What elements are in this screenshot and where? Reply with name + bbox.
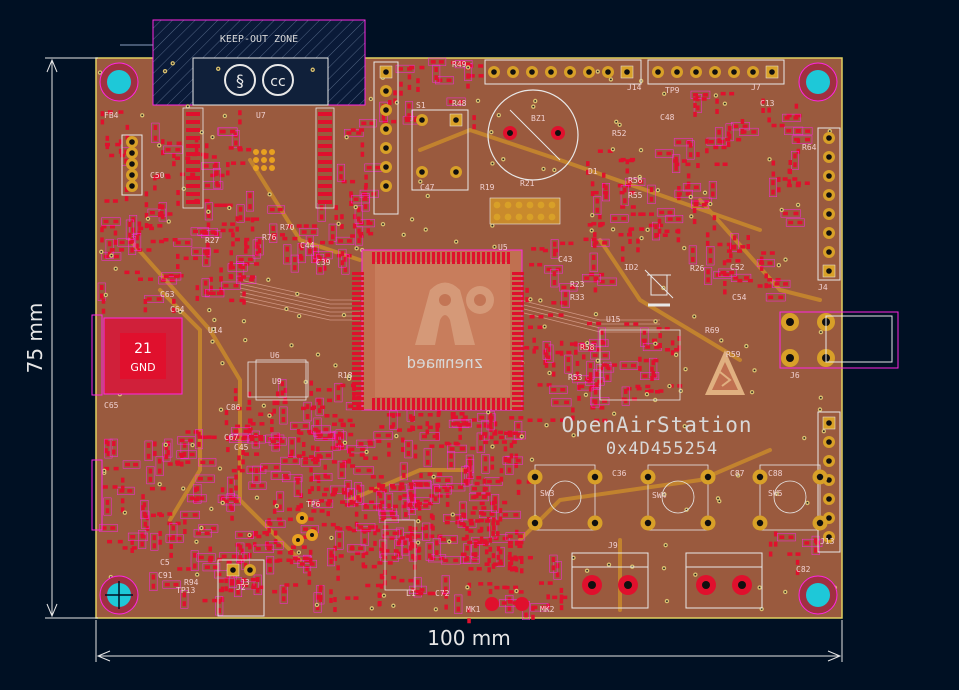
ref-designator: R18	[338, 371, 353, 380]
ref-designator: R55	[628, 191, 643, 200]
ref-designator: BZ1	[531, 114, 546, 123]
ref-designator: C36	[612, 469, 627, 478]
ref-designator: C45	[234, 443, 249, 452]
ref-designator: C64	[170, 305, 185, 314]
ref-designator: SW4	[652, 491, 667, 500]
ref-designator: R52	[612, 129, 627, 138]
hex-code-text: 0x4D455254	[606, 439, 718, 459]
height-dimension-label: 75 mm	[23, 303, 47, 374]
ref-designator: C91	[158, 571, 173, 580]
ref-designator: R94	[184, 578, 199, 587]
ref-designator: C47	[420, 183, 435, 192]
ref-designator: R64	[802, 143, 817, 152]
ref-designator: C13	[760, 99, 775, 108]
ref-designator: J7	[751, 83, 761, 92]
ref-designator: C39	[316, 258, 331, 267]
ref-designator: R69	[705, 326, 720, 335]
gnd-pad[interactable]: 21 GND	[103, 317, 183, 395]
ref-designator: C87	[730, 469, 745, 478]
ref-designator: D1	[588, 167, 598, 176]
dimension-vertical	[45, 57, 98, 619]
ref-designator: J14	[627, 83, 642, 92]
svg-text:cc: cc	[270, 74, 285, 90]
ref-designator: R70	[280, 223, 295, 232]
antenna-area	[192, 57, 329, 106]
ref-designator: C44	[300, 241, 315, 250]
ref-designator: U14	[208, 326, 223, 335]
ref-designator: J3	[240, 578, 250, 587]
ref-designator: R27	[205, 236, 220, 245]
ref-designator: C48	[660, 113, 675, 122]
ref-designator: C67	[224, 433, 239, 442]
svg-text:§: §	[236, 71, 244, 90]
mirrored-label: znenmaed	[406, 353, 483, 372]
ref-designator: TP6	[306, 500, 321, 509]
ref-designator: C88	[768, 469, 783, 478]
ref-designator: U6	[270, 351, 280, 360]
ref-designator: U5	[498, 243, 508, 252]
ref-designator: R56	[628, 176, 643, 185]
ref-designator: J6	[790, 371, 800, 380]
ref-designator: R26	[690, 264, 705, 273]
ref-designator: TP13	[176, 586, 195, 595]
ref-designator: R19	[480, 183, 495, 192]
ref-designator: R58	[580, 343, 595, 352]
ref-designator: R48	[452, 99, 467, 108]
pcb-canvas[interactable]: KEEP-OUT ZONE znenmaed 21 GND § cc OpenA…	[0, 0, 959, 690]
ref-designator: J9	[608, 541, 618, 550]
ref-designator: J13	[820, 537, 835, 546]
ref-designator: R49	[452, 60, 467, 69]
brand-text: OpenAirStation	[561, 413, 752, 437]
ref-designator: S1	[416, 101, 426, 110]
gnd-pad-label: GND	[130, 361, 155, 374]
ref-designator: MK2	[540, 605, 555, 614]
ref-designator: SW5	[768, 489, 783, 498]
ref-designator: ID2	[624, 263, 639, 272]
ref-designator: R59	[726, 350, 741, 359]
ref-designator: U9	[272, 377, 282, 386]
ref-designator: C50	[150, 171, 165, 180]
ref-designator: R53	[568, 373, 583, 382]
ref-designator: C82	[796, 565, 811, 574]
ref-designator: R21	[520, 179, 535, 188]
ref-designator: C72	[435, 589, 450, 598]
ref-designator: C86	[226, 403, 241, 412]
ref-designator: C43	[558, 255, 573, 264]
ref-designator: MK1	[466, 605, 481, 614]
mcu-u5[interactable]	[361, 249, 523, 411]
ref-designator: C54	[732, 293, 747, 302]
ref-designator: J4	[818, 283, 828, 292]
keepout-label: KEEP-OUT ZONE	[220, 34, 298, 45]
ref-designator: SW3	[540, 489, 555, 498]
ref-designator: C5	[160, 558, 170, 567]
ref-designator: C52	[730, 263, 745, 272]
ref-designator: U7	[256, 111, 266, 120]
ref-designator: L1	[406, 589, 416, 598]
ref-designator: U15	[606, 315, 621, 324]
ref-designator: R33	[570, 293, 585, 302]
ref-designator: FB4	[104, 111, 119, 120]
gnd-pad-number: 21	[134, 341, 152, 357]
ref-designator: R23	[570, 280, 585, 289]
ref-designator: C65	[104, 401, 119, 410]
width-dimension-label: 100 mm	[427, 626, 511, 650]
ref-designator: R76	[262, 233, 277, 242]
ref-designator: C63	[160, 290, 175, 299]
pcb-view[interactable]: KEEP-OUT ZONE znenmaed 21 GND § cc OpenA…	[0, 0, 959, 690]
ref-designator: TP9	[665, 86, 680, 95]
